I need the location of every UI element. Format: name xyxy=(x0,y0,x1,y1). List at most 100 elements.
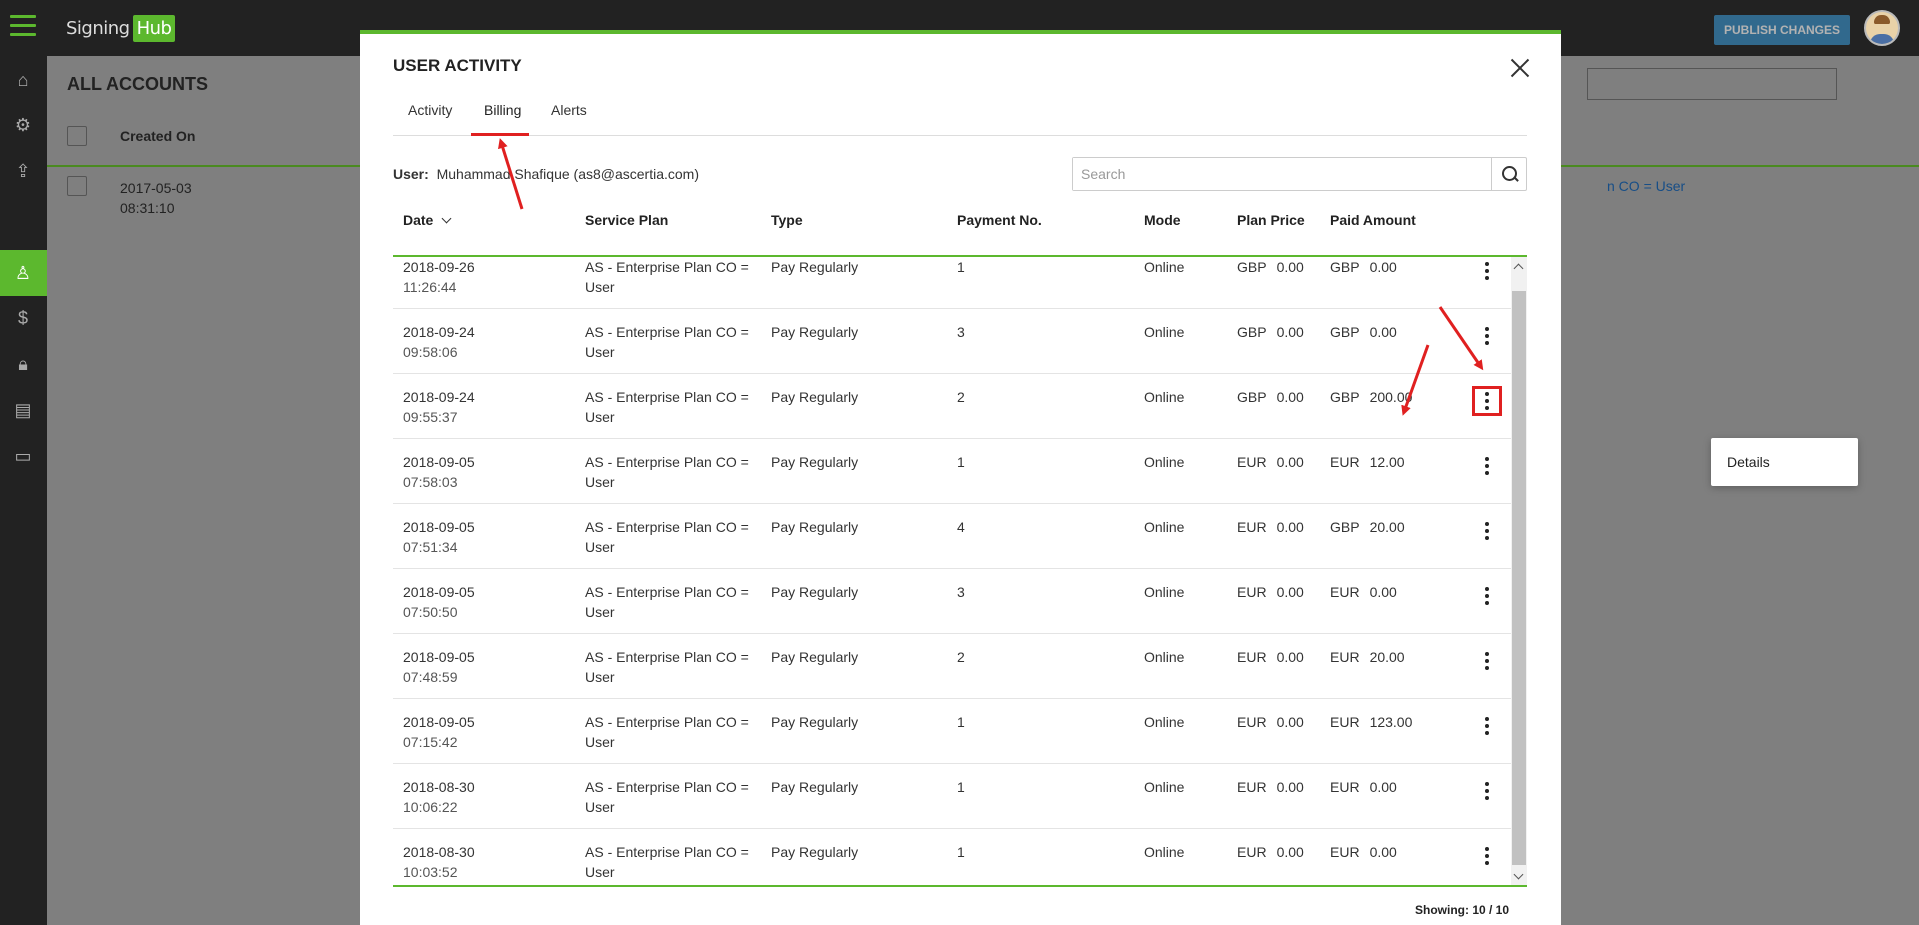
document-icon[interactable]: ▭ xyxy=(11,444,35,468)
cell-service-plan: AS - Enterprise Plan CO = User xyxy=(585,389,749,425)
cell-paid-amount: GBP 20.00 xyxy=(1330,519,1405,535)
cell-type: Pay Regularly xyxy=(771,259,859,275)
cell-paid-amount: GBP 0.00 xyxy=(1330,259,1397,275)
table-row: 2018-09-05 07:50:50 AS - Enterprise Plan C… xyxy=(393,569,1527,634)
cell-service-plan: AS - Enterprise Plan CO = User xyxy=(585,324,749,360)
cell-plan-price: EUR 0.00 xyxy=(1237,844,1304,860)
col-service-plan: Service Plan xyxy=(585,212,669,228)
search-icon[interactable] xyxy=(1491,158,1526,190)
col-type: Type xyxy=(771,212,803,228)
cell-plan-price: EUR 0.00 xyxy=(1237,649,1304,665)
cell-type: Pay Regularly xyxy=(771,454,859,470)
cell-date: 2018-08-30 10:06:22 xyxy=(403,779,475,815)
background-row-date: 2017-05-03 08:31:10 xyxy=(120,180,192,216)
more-vertical-icon[interactable] xyxy=(1475,844,1499,868)
cell-service-plan: AS - Enterprise Plan CO = User xyxy=(585,714,749,750)
more-vertical-icon[interactable] xyxy=(1475,649,1499,673)
cell-type: Pay Regularly xyxy=(771,324,859,340)
user-info: User: Muhammad Shafique (as8@ascertia.co… xyxy=(393,166,700,182)
table-row: 2018-09-05 07:58:03 AS - Enterprise Plan C… xyxy=(393,439,1527,504)
cell-mode: Online xyxy=(1144,519,1185,535)
cell-service-plan: AS - Enterprise Plan CO = User xyxy=(585,649,749,685)
cell-payment-no: 3 xyxy=(957,584,965,600)
table-row: 2018-08-30 10:03:52 AS - Enterprise Plan C… xyxy=(393,829,1527,885)
tab-alerts[interactable]: Alerts xyxy=(551,100,587,136)
cell-type: Pay Regularly xyxy=(771,844,859,860)
cell-payment-no: 3 xyxy=(957,324,965,340)
background-search xyxy=(1587,68,1837,100)
chevron-down-icon xyxy=(441,213,452,224)
scrollbar[interactable] xyxy=(1511,257,1527,885)
publish-changes-button[interactable]: PUBLISH CHANGES xyxy=(1714,15,1850,45)
billing-table: 2018-09-26 11:26:44 AS - Enterprise Plan C… xyxy=(393,255,1527,887)
cell-mode: Online xyxy=(1144,584,1185,600)
col-payment-no: Payment No. xyxy=(957,212,1042,228)
more-vertical-icon[interactable] xyxy=(1475,779,1499,803)
table-row: 2018-09-05 07:15:42 AS - Enterprise Plan C… xyxy=(393,699,1527,764)
cell-date: 2018-09-24 09:55:37 xyxy=(403,389,475,425)
row-actions-menu: Details xyxy=(1711,438,1858,486)
tab-bar: Activity Billing Alerts xyxy=(393,100,1527,136)
more-vertical-icon[interactable] xyxy=(1475,259,1499,283)
cell-type: Pay Regularly xyxy=(771,649,859,665)
table-row: 2018-09-05 07:51:34 AS - Enterprise Plan C… xyxy=(393,504,1527,569)
cell-type: Pay Regularly xyxy=(771,779,859,795)
more-vertical-icon[interactable] xyxy=(1475,519,1499,543)
app-logo: Signing Hub xyxy=(66,12,176,44)
home-icon[interactable]: ⌂ xyxy=(11,68,35,92)
cell-payment-no: 1 xyxy=(957,454,965,470)
gear-icon[interactable]: ⚙ xyxy=(11,113,35,137)
cell-plan-price: GBP 0.00 xyxy=(1237,259,1304,275)
more-vertical-icon[interactable] xyxy=(1475,584,1499,608)
search-input[interactable] xyxy=(1073,158,1491,190)
cell-plan-price: EUR 0.00 xyxy=(1237,714,1304,730)
cell-date: 2018-09-24 09:58:06 xyxy=(403,324,475,360)
cell-date: 2018-09-05 07:15:42 xyxy=(403,714,475,750)
cell-payment-no: 1 xyxy=(957,714,965,730)
cell-type: Pay Regularly xyxy=(771,519,859,535)
user-icon[interactable]: ♙ xyxy=(11,261,35,285)
lock-icon[interactable]: 🔒︎ xyxy=(11,352,35,376)
modal-title: USER ACTIVITY xyxy=(393,56,522,75)
scroll-up-icon[interactable] xyxy=(1513,263,1524,274)
cell-payment-no: 1 xyxy=(957,259,965,275)
cell-paid-amount: GBP 200.00 xyxy=(1330,389,1413,405)
cell-date: 2018-08-30 10:03:52 xyxy=(403,844,475,880)
cell-service-plan: AS - Enterprise Plan CO = User xyxy=(585,519,749,555)
avatar[interactable] xyxy=(1864,10,1900,46)
close-icon[interactable] xyxy=(1506,54,1534,82)
menu-icon[interactable] xyxy=(10,15,36,37)
cell-plan-price: GBP 0.00 xyxy=(1237,324,1304,340)
more-vertical-icon[interactable] xyxy=(1472,386,1502,416)
details-menu-item[interactable]: Details xyxy=(1727,454,1770,470)
cell-paid-amount: GBP 0.00 xyxy=(1330,324,1397,340)
cell-payment-no: 1 xyxy=(957,779,965,795)
cell-type: Pay Regularly xyxy=(771,389,859,405)
more-vertical-icon[interactable] xyxy=(1475,324,1499,348)
active-tab-indicator xyxy=(471,133,529,136)
background-row-link: n CO = User xyxy=(1607,178,1686,194)
tab-activity[interactable]: Activity xyxy=(408,100,452,136)
cell-mode: Online xyxy=(1144,324,1185,340)
dollar-icon[interactable]: $ xyxy=(11,306,35,330)
more-vertical-icon[interactable] xyxy=(1475,714,1499,738)
cell-date: 2018-09-05 07:48:59 xyxy=(403,649,475,685)
cell-paid-amount: EUR 0.00 xyxy=(1330,584,1397,600)
row-checkbox[interactable] xyxy=(67,176,87,196)
cell-payment-no: 4 xyxy=(957,519,965,535)
more-vertical-icon[interactable] xyxy=(1475,454,1499,478)
clipboard-icon[interactable]: ▤ xyxy=(11,398,35,422)
search-field xyxy=(1072,157,1527,191)
cell-paid-amount: EUR 20.00 xyxy=(1330,649,1405,665)
page-title: ALL ACCOUNTS xyxy=(67,74,208,94)
col-date[interactable]: Date xyxy=(403,212,452,228)
upload-icon[interactable]: ⇪ xyxy=(11,159,35,183)
user-activity-modal: USER ACTIVITY Activity Billing Alerts Us… xyxy=(360,30,1858,925)
scroll-down-icon[interactable] xyxy=(1513,869,1524,880)
tab-billing[interactable]: Billing xyxy=(484,100,521,136)
scroll-thumb[interactable] xyxy=(1512,291,1526,865)
cell-plan-price: EUR 0.00 xyxy=(1237,454,1304,470)
cell-service-plan: AS - Enterprise Plan CO = User xyxy=(585,259,749,295)
cell-payment-no: 1 xyxy=(957,844,965,860)
select-all-checkbox[interactable] xyxy=(67,126,87,146)
